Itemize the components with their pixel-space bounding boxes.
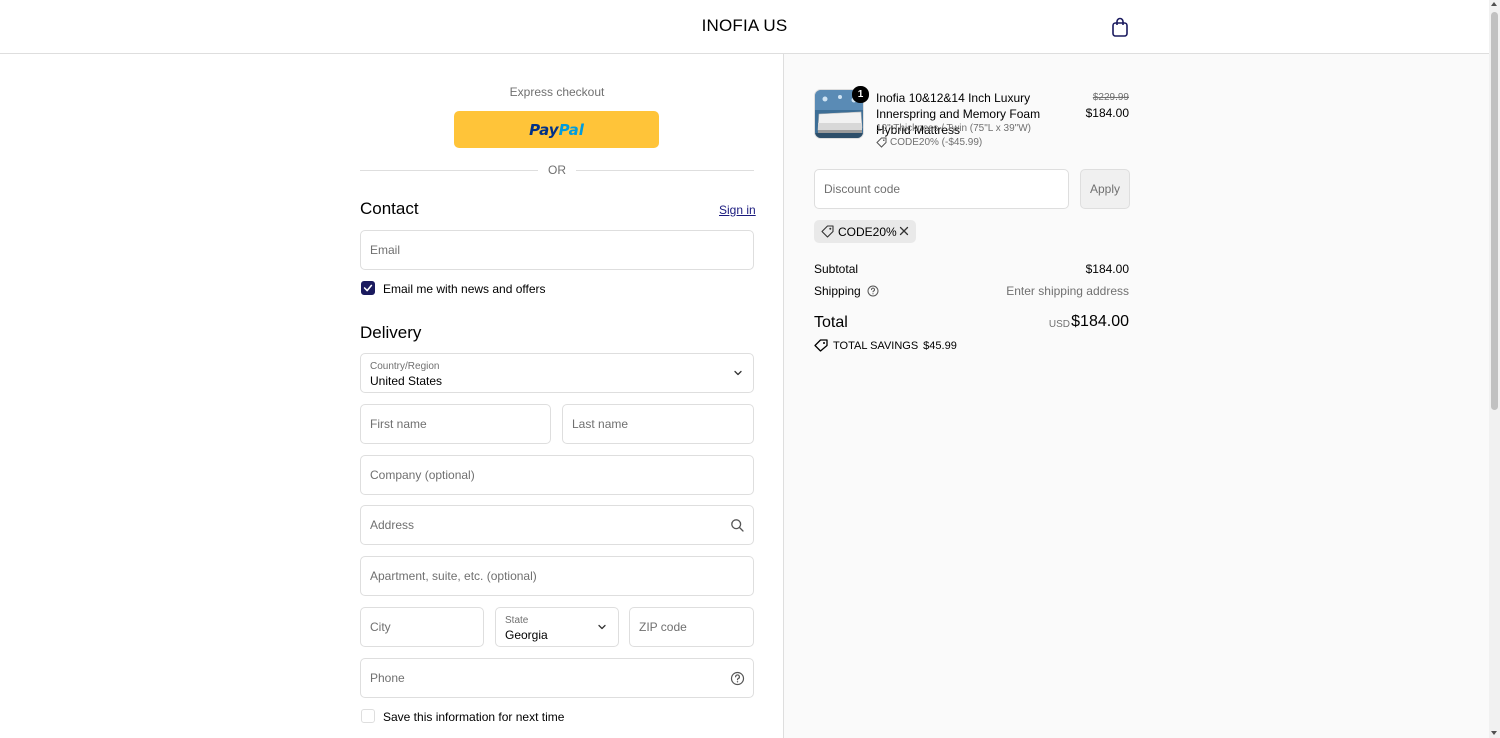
search-icon (731, 519, 744, 532)
state-select[interactable]: State Georgia (495, 607, 619, 647)
scrollbar[interactable] (1489, 0, 1500, 738)
phone-input[interactable] (361, 659, 753, 697)
order-summary-panel (783, 54, 1489, 738)
applied-code-text: CODE20% (838, 224, 897, 239)
apply-button[interactable]: Apply (1080, 169, 1130, 209)
original-price: $229.99 (1092, 92, 1129, 103)
shopping-bag-icon[interactable] (1111, 17, 1129, 37)
city-field[interactable] (360, 607, 484, 647)
contact-heading: Contact (360, 199, 419, 218)
country-value: United States (370, 374, 443, 388)
country-label: Country/Region (370, 361, 440, 372)
applied-discount-chip: CODE20% (814, 220, 916, 243)
express-checkout-label: Express checkout (509, 85, 605, 99)
total-value: $184.00 (1071, 313, 1129, 330)
chevron-down-icon (734, 370, 742, 376)
paypal-logo-part1: Pay (529, 120, 559, 139)
subtotal-value: $184.00 (1085, 262, 1129, 276)
paypal-logo-part2: Pal (558, 120, 584, 139)
store-name[interactable]: INOFIA US (0, 16, 1489, 36)
divider (360, 170, 538, 171)
company-input[interactable] (361, 456, 753, 494)
scroll-down-arrow[interactable] (1491, 731, 1497, 735)
company-field[interactable] (360, 455, 754, 495)
address-input[interactable] (361, 506, 753, 544)
email-input[interactable] (361, 231, 753, 269)
newsletter-label: Email me with news and offers (383, 282, 546, 296)
last-name-field[interactable] (562, 404, 754, 444)
sign-in-link[interactable]: Sign in (719, 203, 756, 217)
email-field[interactable] (360, 230, 754, 270)
subtotal-label: Subtotal (814, 262, 859, 276)
last-name-input[interactable] (563, 405, 753, 443)
state-value: Georgia (505, 628, 548, 642)
save-info-label: Save this information for next time (383, 710, 565, 724)
total-currency: USD (1048, 319, 1070, 330)
delivery-heading: Delivery (360, 323, 422, 342)
product-discount-text: CODE20% (-$45.99) (890, 137, 983, 148)
savings-label: TOTAL SAVINGS (833, 339, 919, 352)
scroll-up-arrow[interactable] (1491, 2, 1497, 6)
tag-icon (821, 225, 834, 238)
newsletter-checkbox[interactable] (361, 281, 375, 295)
city-input[interactable] (361, 608, 483, 646)
shipping-row: Shipping (814, 284, 879, 298)
paypal-button[interactable]: Pay Pal (454, 111, 659, 148)
discount-code-input[interactable] (815, 170, 1068, 208)
first-name-field[interactable] (360, 404, 551, 444)
discount-code-field[interactable] (814, 169, 1069, 209)
chevron-down-icon (598, 624, 606, 630)
state-label: State (505, 615, 529, 626)
shipping-label: Shipping (814, 284, 861, 298)
scrollbar-thumb[interactable] (1491, 12, 1498, 410)
total-label: Total (814, 314, 848, 331)
zip-input[interactable] (630, 608, 753, 646)
close-icon[interactable] (899, 226, 909, 236)
checkmark-icon (363, 284, 373, 292)
or-divider-text: OR (548, 163, 566, 177)
savings-value: $45.99 (923, 339, 957, 352)
zip-field[interactable] (629, 607, 754, 647)
quantity-badge: 1 (852, 86, 869, 103)
phone-field[interactable] (360, 658, 754, 698)
first-name-input[interactable] (361, 405, 550, 443)
shipping-value: Enter shipping address (1006, 284, 1129, 298)
apartment-input[interactable] (361, 557, 753, 595)
tag-icon (814, 339, 828, 352)
help-circle-icon[interactable] (730, 671, 745, 686)
header: INOFIA US (0, 0, 1489, 54)
total-savings: TOTAL SAVINGS $45.99 (814, 339, 957, 352)
save-info-checkbox[interactable] (361, 709, 375, 723)
product-price: $184.00 (1085, 106, 1129, 120)
product-discount: CODE20% (-$45.99) (876, 137, 982, 148)
tag-icon (876, 137, 887, 148)
help-circle-icon[interactable] (867, 285, 879, 297)
apartment-field[interactable] (360, 556, 754, 596)
address-field[interactable] (360, 505, 754, 545)
product-variant: 10" Thickness / Twin (75"L x 39"W) (876, 123, 1031, 134)
divider (576, 170, 754, 171)
country-select[interactable]: Country/Region United States (360, 353, 754, 393)
